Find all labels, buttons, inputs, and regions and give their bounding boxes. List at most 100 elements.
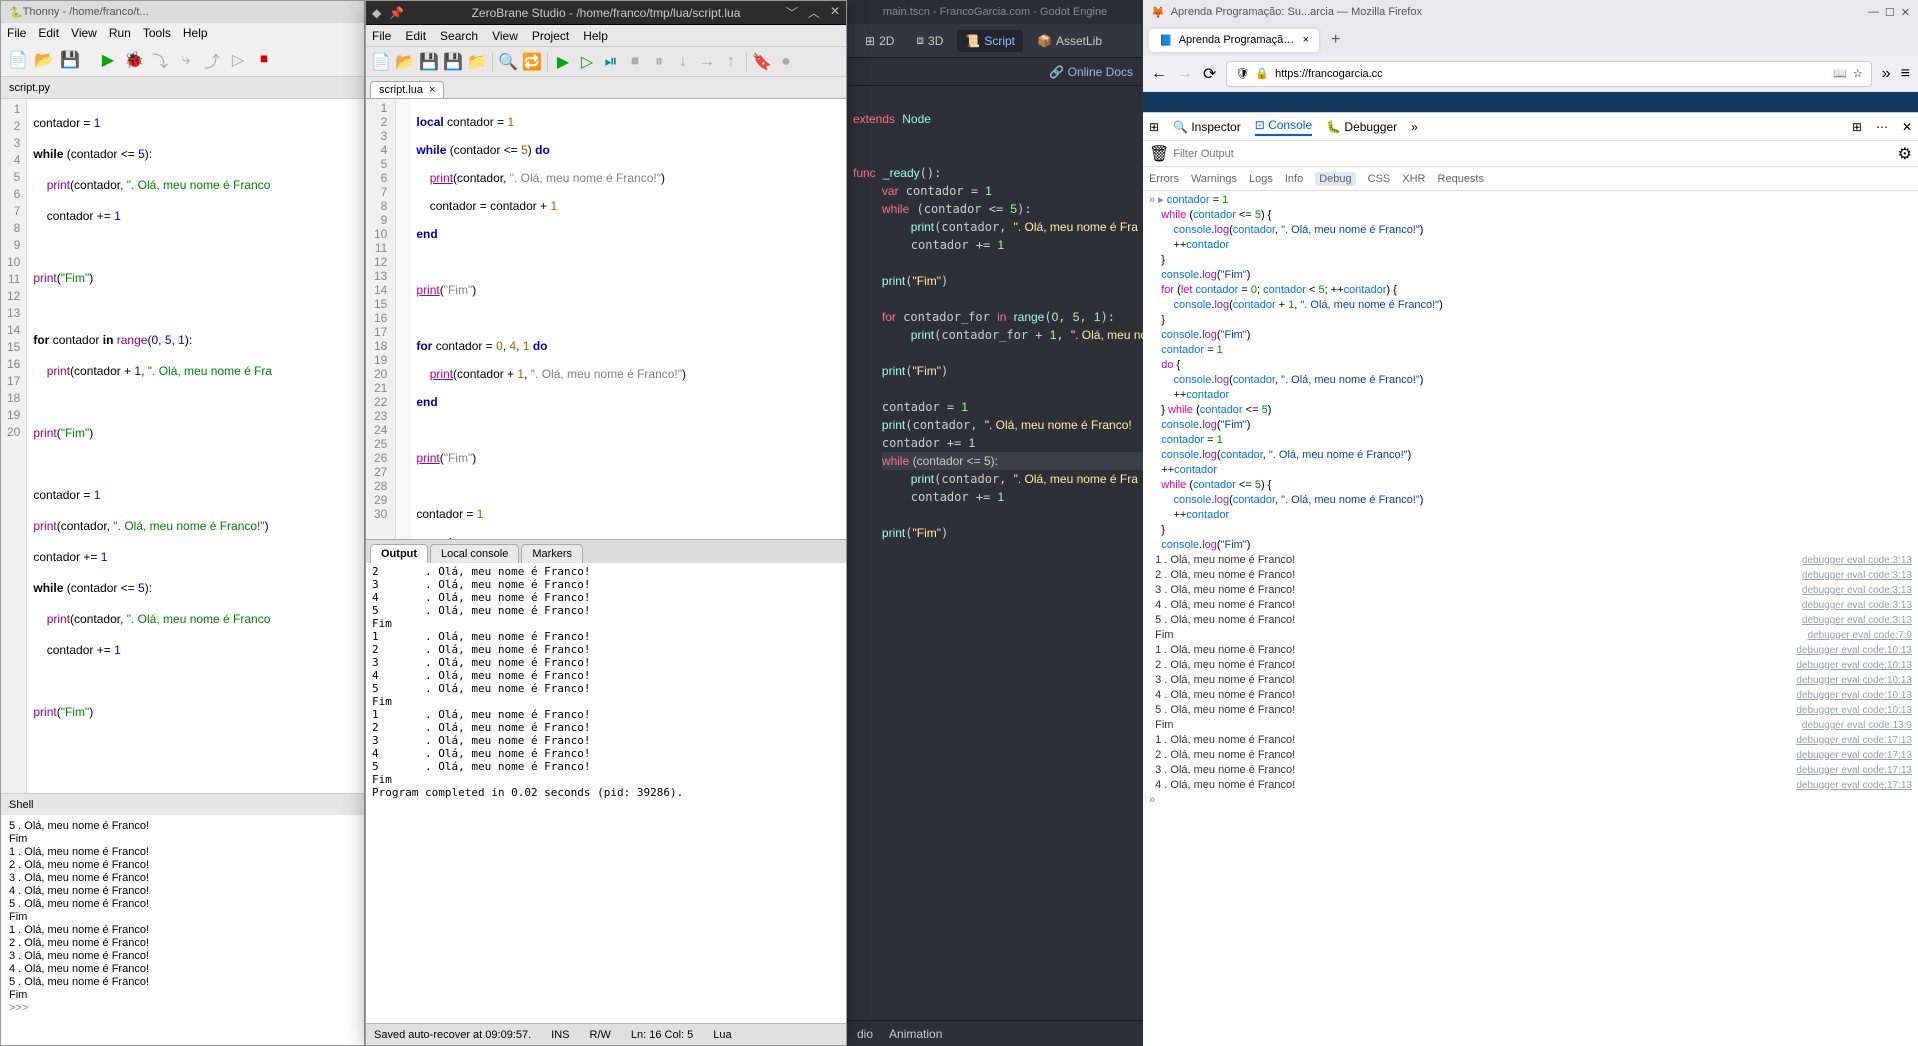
break-icon[interactable]: ⏸ [648, 51, 670, 73]
ff-tab-close-icon[interactable]: × [1303, 34, 1309, 46]
run-nodebug-icon[interactable]: ▷ [576, 51, 598, 73]
godot-3d-button[interactable]: ⧈ 3D [908, 29, 951, 52]
reload-icon[interactable]: ⟳ [1203, 64, 1216, 84]
menu-help[interactable]: Help [183, 26, 208, 40]
godot-titlebar[interactable]: main.tscn - FrancoGarcia.com - Godot Eng… [847, 0, 1143, 24]
saveall-icon[interactable]: 💾 [442, 51, 464, 73]
zb-menu-edit[interactable]: Edit [405, 29, 426, 43]
zb-tab-markers[interactable]: Markers [521, 544, 583, 563]
ff-tab[interactable]: 📘 Aprenda Programação: Subro × [1149, 29, 1319, 52]
godot-editor[interactable]: extends Node func _ready(): var contador… [847, 86, 1143, 1020]
pin-icon[interactable]: 📌 [389, 6, 404, 20]
menu-file[interactable]: File [7, 26, 26, 40]
cat-xhr[interactable]: XHR [1402, 173, 1425, 185]
zb-menu-view[interactable]: View [492, 29, 518, 43]
thonny-editor[interactable]: 1234567891011121314151617181920 contador… [1, 99, 364, 793]
dt-menu-icon[interactable]: ⋯ [1876, 120, 1888, 134]
zb-tab-output[interactable]: Output [370, 544, 428, 563]
dt-more-icon[interactable]: » [1411, 120, 1418, 134]
dt-iframe-icon[interactable]: ⊞ [1149, 120, 1159, 134]
zb-menu-search[interactable]: Search [440, 29, 478, 43]
menu-tools[interactable]: Tools [143, 26, 171, 40]
step-into-icon[interactable]: ↓ [672, 51, 694, 73]
overflow-icon[interactable]: » [1882, 65, 1891, 83]
zb-tab-scriptlua[interactable]: script.lua× [370, 81, 444, 98]
cat-logs[interactable]: Logs [1249, 173, 1273, 185]
back-icon[interactable]: ← [1151, 65, 1167, 83]
step-into-icon[interactable]: ⤷ [175, 49, 197, 71]
cat-css[interactable]: CSS [1368, 173, 1391, 185]
zb-titlebar[interactable]: ◆📌 ZeroBrane Studio - /home/franco/tmp/l… [366, 1, 846, 25]
open-file-icon[interactable]: 📂 [33, 49, 55, 71]
save-icon[interactable]: 💾 [418, 51, 440, 73]
forward-icon[interactable]: → [1177, 65, 1193, 83]
godot-2d-button[interactable]: ⊞ 2D [857, 30, 902, 52]
new-file-icon[interactable]: 📄 [7, 49, 29, 71]
ff-newtab-button[interactable]: + [1323, 27, 1348, 53]
godot-animation[interactable]: Animation [889, 1027, 942, 1041]
run-icon[interactable]: ▶ [97, 49, 119, 71]
breakpoints-icon[interactable]: ● [775, 51, 797, 73]
ff-max-icon[interactable]: ☐ [1885, 6, 1895, 19]
ff-urlbar[interactable]: 🛡 🔒 https://francogarcia.cc 📖 ☆ [1226, 61, 1871, 87]
menu-run[interactable]: Run [109, 26, 131, 40]
menu-view[interactable]: View [71, 26, 97, 40]
thonny-shell-tab[interactable]: Shell [1, 793, 364, 815]
cat-debug[interactable]: Debug [1315, 172, 1355, 186]
debug-start-icon[interactable]: ⏯ [600, 51, 622, 73]
menu-edit[interactable]: Edit [38, 26, 59, 40]
replace-icon[interactable]: 🔁 [521, 51, 543, 73]
step-out-icon[interactable]: ↑ [720, 51, 742, 73]
ff-min-icon[interactable]: — [1868, 6, 1879, 18]
run-icon[interactable]: ▶ [552, 51, 574, 73]
dt-dock-icon[interactable]: ⊞ [1852, 120, 1862, 134]
settings-icon[interactable]: ⚙ [1898, 144, 1912, 164]
bookmark-icon[interactable]: 🔖 [751, 51, 773, 73]
thonny-code[interactable]: contador = 1 while (contador <= 5): prin… [27, 99, 278, 793]
devtools-console-body[interactable]: » ▸ contador = 1 while (contador <= 5) {… [1143, 191, 1918, 1046]
minimize-icon[interactable]: ﹀ [786, 4, 798, 21]
stop-icon[interactable]: ⏹ [253, 49, 275, 71]
filter-input[interactable] [1169, 146, 1897, 162]
online-docs-link[interactable]: 🔗 Online Docs [1049, 65, 1133, 79]
shield-icon[interactable]: 🛡 [1235, 67, 1249, 80]
new-icon[interactable]: 📄 [370, 51, 392, 73]
ff-titlebar[interactable]: 🦊 Aprenda Programação: Su...arcia — Mozi… [1143, 0, 1918, 24]
bookmark-icon[interactable]: ☆ [1853, 67, 1863, 80]
step-over-icon[interactable]: → [696, 51, 718, 73]
app-menu-icon[interactable]: ≡ [1901, 65, 1910, 83]
save-file-icon[interactable]: 💾 [59, 49, 81, 71]
dt-close-icon[interactable]: ✕ [1902, 120, 1912, 134]
zb-menu-project[interactable]: Project [532, 29, 569, 43]
resume-icon[interactable]: ▷ [227, 49, 249, 71]
stop-debug-icon[interactable]: ⏹ [624, 51, 646, 73]
cat-info[interactable]: Info [1285, 173, 1303, 185]
trash-icon[interactable]: 🗑 [1149, 144, 1169, 164]
zb-code[interactable]: local contador = 1 while (contador <= 5)… [410, 99, 692, 539]
close-icon[interactable]: ✕ [830, 4, 840, 21]
tab-close-icon[interactable]: × [429, 84, 435, 96]
zb-tab-localconsole[interactable]: Local console [430, 544, 519, 563]
thonny-shell[interactable]: 5 . Olá, meu nome é Franco! Fim 1 . Olá,… [1, 815, 364, 1045]
reader-icon[interactable]: 📖 [1833, 67, 1847, 80]
zb-fold-margin[interactable] [396, 99, 410, 539]
projdir-icon[interactable]: 📁 [466, 51, 488, 73]
dt-inspector-tab[interactable]: 🔍 Inspector [1173, 120, 1241, 134]
zb-output[interactable]: 2 . Olá, meu nome é Franco! 3 . Olá, meu… [366, 563, 846, 1023]
godot-script-button[interactable]: 📜 Script [957, 30, 1023, 52]
open-icon[interactable]: 📂 [394, 51, 416, 73]
thonny-editor-tab[interactable]: script.py [1, 77, 364, 99]
step-over-icon[interactable]: ⤵ [149, 49, 171, 71]
dt-console-tab[interactable]: ⊡ Console [1255, 118, 1312, 136]
thonny-titlebar[interactable]: 🐍 Thonny - /home/franco/t... [1, 1, 364, 23]
zb-menu-help[interactable]: Help [583, 29, 608, 43]
cat-warnings[interactable]: Warnings [1191, 173, 1237, 185]
zb-editor[interactable]: 1234567891011121314151617181920212223242… [366, 99, 846, 539]
cat-requests[interactable]: Requests [1438, 173, 1484, 185]
godot-dio[interactable]: dio [857, 1027, 873, 1041]
find-icon[interactable]: 🔍 [497, 51, 519, 73]
ff-close-icon[interactable]: ✕ [1901, 6, 1910, 19]
zb-menu-file[interactable]: File [372, 29, 391, 43]
step-out-icon[interactable]: ⤴ [201, 49, 223, 71]
dt-debugger-tab[interactable]: 🐛 Debugger [1326, 120, 1397, 134]
